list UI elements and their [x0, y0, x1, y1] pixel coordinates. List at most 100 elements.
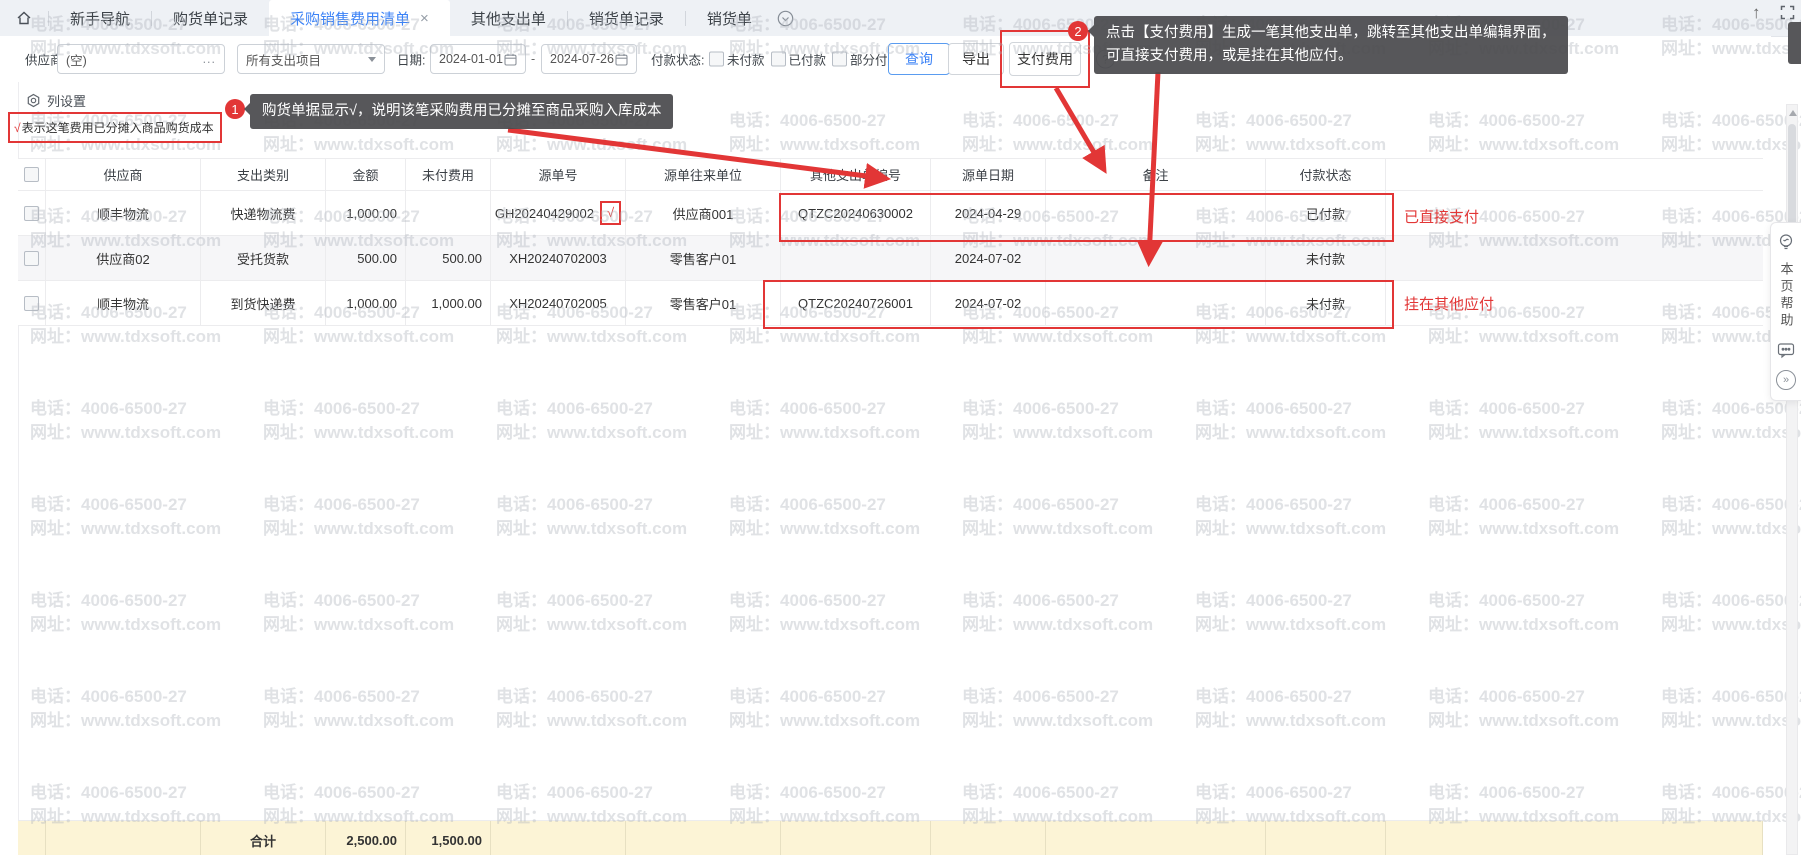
table-header-row: 供应商支出类别金额未付费用源单号源单往来单位其他支出单编号源单日期备注付款状态: [18, 158, 1763, 191]
pay-status-label: 付款状态:: [651, 50, 704, 69]
side-tab-collapsed[interactable]: [1788, 22, 1801, 64]
watermark-text: 网址：www.tdxsoft.com: [962, 514, 1153, 539]
source-no-text: XH20240702003: [509, 251, 607, 266]
footer-source_partner: [626, 821, 781, 855]
row-checkbox[interactable]: [24, 296, 39, 311]
watermark-text: 电话：4006-6500-27: [729, 778, 886, 803]
pay-status-option-2[interactable]: 已付款: [771, 50, 827, 69]
pay-status-options: 未付款已付款部分付款: [709, 50, 906, 69]
watermark-text: 电话：4006-6500-27: [1661, 586, 1801, 611]
query-button[interactable]: 查询: [888, 43, 950, 75]
export-button[interactable]: 导出: [948, 43, 1004, 75]
watermark-text: 网址：www.tdxsoft.com: [1195, 706, 1386, 731]
supplier-input[interactable]: (空) ...: [57, 44, 225, 74]
tab-5[interactable]: 销货单记录: [568, 0, 685, 36]
supplier-more-button[interactable]: ...: [203, 52, 216, 66]
watermark-text: 电话：4006-6500-27: [1661, 682, 1801, 707]
date-to-value: 2024-07-26: [550, 52, 614, 66]
watermark-text: 电话：4006-6500-27: [1428, 778, 1585, 803]
double-chevron-right-icon: »: [1776, 370, 1796, 390]
expense-type-select[interactable]: 所有支出项目: [237, 44, 385, 74]
cell-amount: 500.00: [326, 236, 406, 280]
lightbulb-icon: [1777, 233, 1795, 251]
date-from-input[interactable]: 2024-01-01: [430, 44, 526, 74]
table-row-2[interactable]: 供应商02受托货款500.00500.00XH20240702003零售客户01…: [18, 236, 1763, 281]
watermark-text: 网址：www.tdxsoft.com: [30, 418, 221, 443]
cell-supplier: 顺丰物流: [46, 281, 201, 325]
watermark-text: 网址：www.tdxsoft.com: [496, 610, 687, 635]
row3-red-note: 挂在其他应付: [1404, 293, 1494, 314]
table-filler: [1386, 821, 1763, 855]
row-checkbox[interactable]: [24, 251, 39, 266]
column-settings-button[interactable]: 列设置: [26, 91, 86, 110]
watermark-text: 电话：4006-6500-27: [1195, 586, 1352, 611]
tab-2[interactable]: 购货单记录: [152, 0, 269, 36]
row-checkbox-cell: [18, 191, 46, 235]
page-help-button[interactable]: [1777, 233, 1795, 251]
header-checkbox-cell: [18, 159, 46, 190]
collapse-panel-button[interactable]: »: [1776, 370, 1796, 390]
date-to-input[interactable]: 2024-07-26: [541, 44, 637, 74]
cell-category: 快递物流费: [201, 191, 326, 235]
watermark-text: 电话：4006-6500-27: [496, 682, 653, 707]
header-source_no: 源单号: [491, 159, 626, 190]
check-note-text: 表示这笔费用已分摊入商品购货成本: [22, 119, 214, 136]
tooltip-notch: [1088, 25, 1094, 37]
watermark-text: 电话：4006-6500-27: [962, 586, 1119, 611]
watermark-text: 网址：www.tdxsoft.com: [1195, 130, 1386, 155]
watermark-text: 网址：www.tdxsoft.com: [1661, 706, 1801, 731]
pay-fee-button[interactable]: 支付费用: [1009, 42, 1081, 76]
row3-annotation-box: [763, 280, 1394, 329]
row-checkbox-cell: [18, 236, 46, 280]
cell-amount: 1,000.00: [326, 281, 406, 325]
watermark-text: 电话：4006-6500-27: [1428, 394, 1585, 419]
watermark-text: 网址：www.tdxsoft.com: [30, 706, 221, 731]
home-button[interactable]: [0, 0, 48, 36]
scroll-up-arrow[interactable]: [1789, 110, 1797, 116]
checkbox-icon[interactable]: [832, 52, 847, 67]
footer-status: [1266, 821, 1386, 855]
watermark-text: 电话：4006-6500-27: [263, 586, 420, 611]
row-checkbox[interactable]: [24, 206, 39, 221]
checkbox-icon[interactable]: [771, 52, 786, 67]
watermark-text: 网址：www.tdxsoft.com: [1428, 418, 1619, 443]
tooltip-2-line2: 可直接支付费用，或是挂在其他应付。: [1106, 45, 1556, 68]
watermark-text: 网址：www.tdxsoft.com: [1195, 610, 1386, 635]
home-icon: [15, 9, 33, 27]
table-filler: [1386, 159, 1763, 190]
feedback-button[interactable]: [1777, 341, 1795, 359]
watermark-text: 电话：4006-6500-27: [263, 490, 420, 515]
tab-overflow-button[interactable]: [777, 0, 794, 36]
cell-source_no: XH20240702005: [491, 281, 626, 325]
tab-4[interactable]: 其他支出单: [450, 0, 567, 36]
tab-3[interactable]: 采购销售费用清单×: [269, 0, 450, 36]
tab-6[interactable]: 销货单: [686, 0, 773, 36]
back-to-top-button[interactable]: ↑: [1752, 3, 1761, 23]
cell-source_no: XH20240702003: [491, 236, 626, 280]
header-unpaid: 未付费用: [406, 159, 491, 190]
row-checkbox[interactable]: [24, 167, 39, 182]
cell-unpaid: 500.00: [406, 236, 491, 280]
watermark-text: 网址：www.tdxsoft.com: [962, 610, 1153, 635]
watermark-text: 电话：4006-6500-27: [1428, 586, 1585, 611]
pay-status-option-1[interactable]: 未付款: [709, 50, 765, 69]
pay-status-option-label: 已付款: [789, 50, 827, 69]
watermark-text: 网址：www.tdxsoft.com: [30, 610, 221, 635]
watermark-text: 电话：4006-6500-27: [263, 778, 420, 803]
cell-source_partner: 供应商001: [626, 191, 781, 235]
watermark-text: 网址：www.tdxsoft.com: [1428, 706, 1619, 731]
tab-label: 购货单记录: [173, 8, 248, 29]
watermark-text: 电话：4006-6500-27: [496, 490, 653, 515]
caret-down-icon: [368, 57, 376, 62]
tab-close-icon[interactable]: ×: [420, 11, 429, 26]
date-range-separator: -: [531, 52, 535, 66]
watermark-text: 电话：4006-6500-27: [1661, 106, 1801, 131]
tabs-container: 新手导航 购货单记录采购销售费用清单×其他支出单 销货单记录 销货单: [49, 0, 773, 36]
tab-label: 销货单记录: [589, 8, 664, 29]
watermark-text: 电话：4006-6500-27: [263, 394, 420, 419]
watermark-text: 电话：4006-6500-27: [962, 106, 1119, 131]
checkbox-icon[interactable]: [709, 52, 724, 67]
source-no-text: XH20240702005: [509, 296, 607, 311]
tab-1[interactable]: 新手导航: [49, 0, 151, 36]
tooltip-1-text: 购货单据显示√，说明该笔采购费用已分摊至商品采购入库成本: [262, 103, 661, 119]
